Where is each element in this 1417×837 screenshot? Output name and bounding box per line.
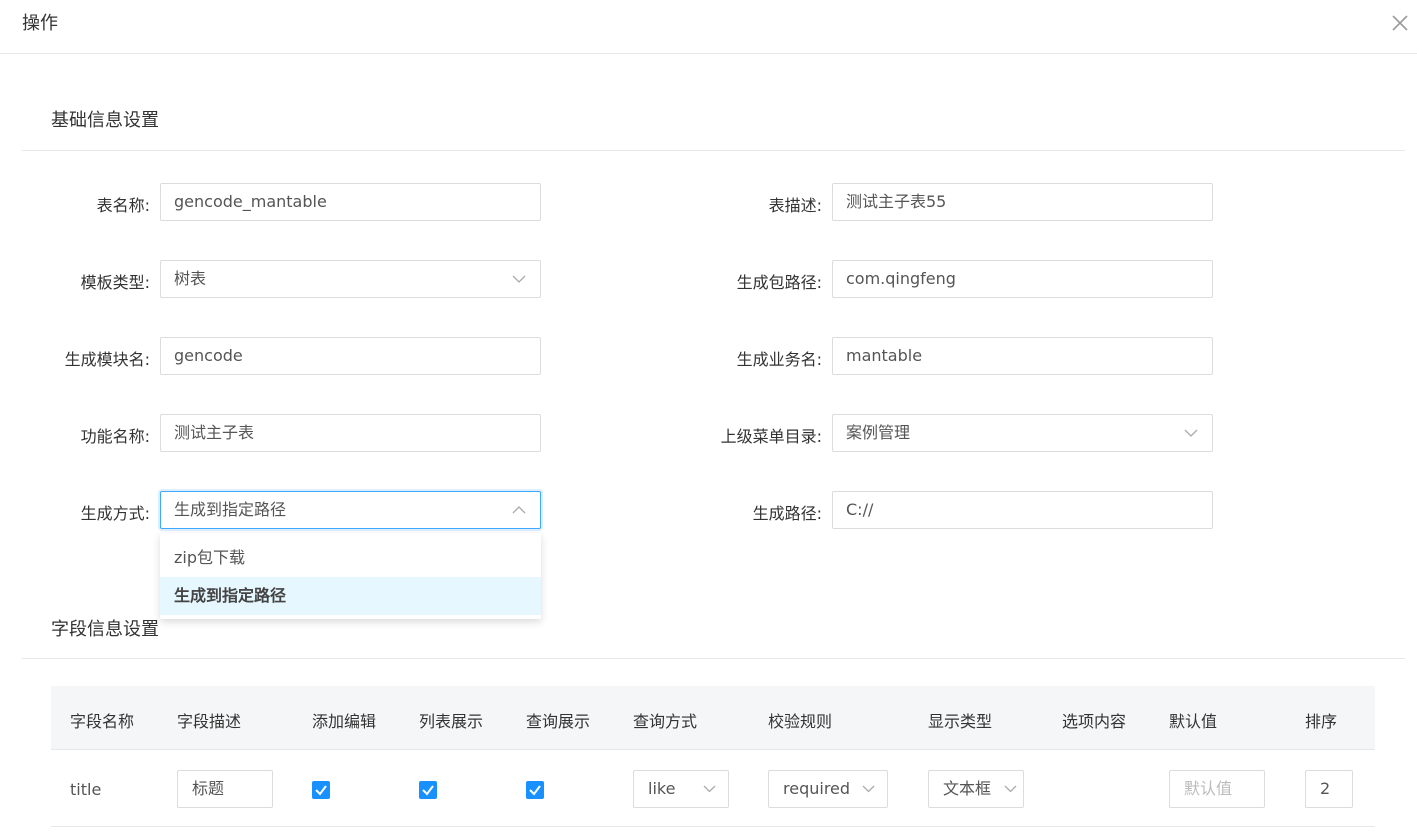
gen-method-select[interactable]: 生成到指定路径	[160, 491, 541, 529]
chevron-down-icon	[1184, 429, 1198, 437]
package-path-label: 生成包路径:	[736, 273, 822, 292]
section-divider	[22, 658, 1405, 659]
column-header: 选项内容	[1062, 712, 1127, 731]
dialog-title: 操作	[22, 13, 58, 34]
default-value-input[interactable]: 默认值	[1169, 770, 1265, 808]
dropdown-option-path[interactable]: 生成到指定路径	[160, 577, 541, 615]
gen-method-dropdown: zip包下载 生成到指定路径	[160, 533, 541, 619]
close-icon[interactable]	[1389, 12, 1411, 34]
function-name-label: 功能名称:	[80, 427, 150, 446]
chevron-down-icon	[862, 785, 875, 793]
validate-value: required	[783, 779, 851, 798]
template-type-value: 树表	[174, 269, 207, 288]
table-name-input[interactable]: gencode_mantable	[160, 183, 541, 221]
template-type-label: 模板类型:	[80, 273, 150, 292]
chevron-down-icon	[512, 275, 526, 283]
module-name-label: 生成模块名:	[64, 350, 150, 369]
template-type-select[interactable]: 树表	[160, 260, 541, 298]
gen-path-label: 生成路径:	[752, 504, 822, 523]
table-name-label: 表名称:	[96, 196, 150, 215]
show-type-select[interactable]: 文本框	[928, 770, 1024, 808]
validate-select[interactable]: required	[768, 770, 888, 808]
business-name-input[interactable]: mantable	[832, 337, 1213, 375]
query-show-checkbox[interactable]	[526, 781, 544, 799]
column-header: 列表展示	[419, 712, 484, 731]
gen-path-input[interactable]: C://	[832, 491, 1213, 529]
parent-menu-label: 上级菜单目录:	[720, 427, 822, 446]
table-header: 字段名称 字段描述 添加编辑 列表展示 查询展示 查询方式 校验规则 显示类型 …	[51, 686, 1375, 749]
business-name-label: 生成业务名:	[736, 350, 822, 369]
column-header: 查询方式	[633, 712, 698, 731]
dropdown-option-zip[interactable]: zip包下载	[160, 539, 541, 577]
chevron-down-icon	[1004, 785, 1017, 793]
table-desc-label: 表描述:	[768, 196, 822, 215]
add-edit-checkbox[interactable]	[312, 781, 330, 799]
column-header: 排序	[1305, 712, 1338, 731]
field-desc-input[interactable]: 标题	[177, 770, 273, 808]
sort-input[interactable]: 2	[1305, 770, 1353, 808]
dialog-header	[0, 0, 1417, 54]
check-icon	[529, 785, 541, 796]
field-section-title: 字段信息设置	[51, 619, 159, 640]
column-header: 字段描述	[177, 712, 242, 731]
list-show-checkbox[interactable]	[419, 781, 437, 799]
gen-method-value: 生成到指定路径	[174, 500, 287, 519]
section-divider	[22, 150, 1405, 151]
parent-menu-value: 案例管理	[846, 423, 911, 442]
column-header: 显示类型	[928, 712, 993, 731]
query-way-select[interactable]: like	[633, 770, 729, 808]
show-type-value: 文本框	[943, 779, 992, 798]
parent-menu-select[interactable]: 案例管理	[832, 414, 1213, 452]
chevron-down-icon	[703, 785, 716, 793]
check-icon	[315, 785, 327, 796]
column-header: 字段名称	[70, 712, 135, 731]
table-desc-input[interactable]: 测试主子表55	[832, 183, 1213, 221]
check-icon	[422, 785, 434, 796]
basic-section-title: 基础信息设置	[51, 110, 159, 131]
column-header: 添加编辑	[312, 712, 377, 731]
chevron-up-icon	[512, 506, 526, 514]
field-name-cell: title	[70, 780, 102, 799]
package-path-input[interactable]: com.qingfeng	[832, 260, 1213, 298]
module-name-input[interactable]: gencode	[160, 337, 541, 375]
gen-method-label: 生成方式:	[80, 504, 150, 523]
column-header: 校验规则	[768, 712, 833, 731]
column-header: 默认值	[1169, 712, 1218, 731]
column-header: 查询展示	[526, 712, 591, 731]
query-way-value: like	[648, 779, 676, 798]
table-row: title 标题 like required 文本框 默认值 2	[51, 749, 1375, 827]
function-name-input[interactable]: 测试主子表	[160, 414, 541, 452]
